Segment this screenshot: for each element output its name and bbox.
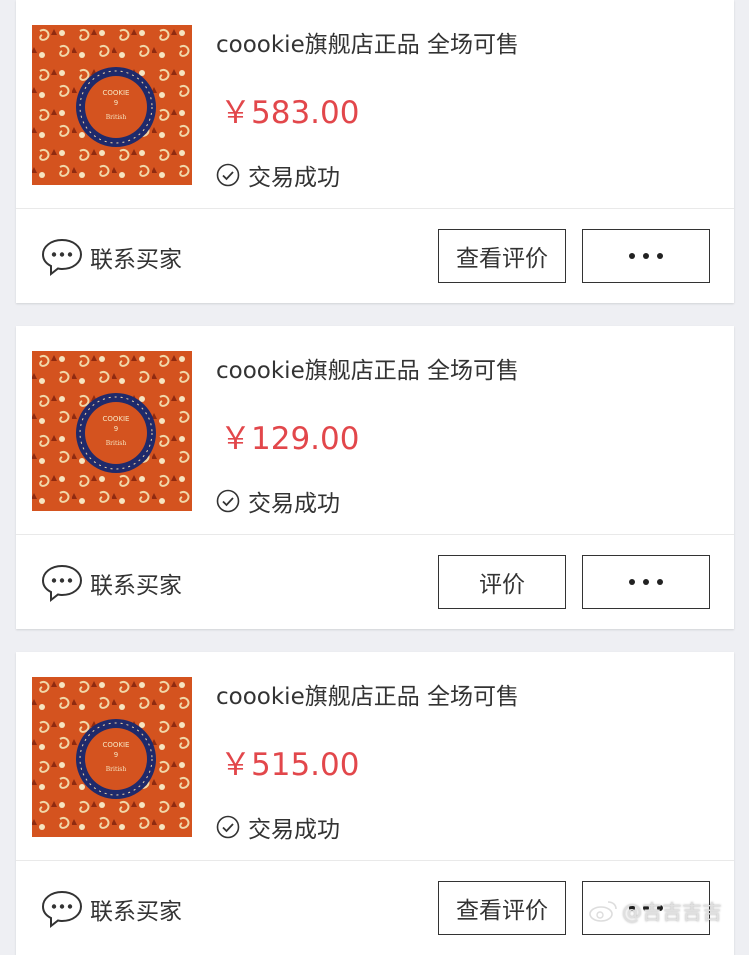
product-title[interactable]: coookie旗舰店正品 全场可售 bbox=[216, 677, 519, 711]
order-status-label: 交易成功 bbox=[248, 817, 340, 843]
svg-text:9: 9 bbox=[114, 425, 118, 433]
check-circle-icon bbox=[216, 815, 240, 839]
order-status: 交易成功 bbox=[216, 810, 340, 844]
svg-text:9: 9 bbox=[114, 751, 118, 759]
order-summary[interactable]: COOKIE 9 British coookie旗舰店正品 全场可售 ￥515.… bbox=[16, 652, 734, 860]
product-image[interactable]: COOKIE 9 British bbox=[32, 677, 192, 837]
view-review-button[interactable]: 查看评价 bbox=[438, 881, 566, 935]
contact-buyer-label: 联系买家 bbox=[90, 899, 182, 925]
order-summary[interactable]: COOKIE 9 British coookie旗舰店正品 全场可售 ￥129.… bbox=[16, 326, 734, 534]
chat-bubble-icon bbox=[40, 889, 84, 929]
svg-text:9: 9 bbox=[114, 99, 118, 107]
chat-bubble-icon bbox=[40, 563, 84, 603]
contact-buyer-link[interactable]: 联系买家 bbox=[40, 563, 182, 603]
order-status: 交易成功 bbox=[216, 158, 340, 192]
watermark: @吉吉吉吉 bbox=[588, 896, 722, 925]
check-circle-icon bbox=[216, 163, 240, 187]
order-actions: 联系买家 查看评价 bbox=[16, 209, 734, 303]
order-status-label: 交易成功 bbox=[248, 165, 340, 191]
view-review-button[interactable]: 查看评价 bbox=[438, 229, 566, 283]
order-price: ￥583.00 bbox=[220, 95, 360, 131]
order-summary[interactable]: COOKIE 9 British coookie旗舰店正品 全场可售 ￥583.… bbox=[16, 0, 734, 208]
contact-buyer-link[interactable]: 联系买家 bbox=[40, 889, 182, 929]
order-card: COOKIE 9 British coookie旗舰店正品 全场可售 ￥583.… bbox=[16, 0, 734, 303]
order-status: 交易成功 bbox=[216, 484, 340, 518]
svg-text:COOKIE: COOKIE bbox=[103, 89, 130, 97]
more-button[interactable] bbox=[582, 229, 710, 283]
order-actions: 联系买家 评价 bbox=[16, 535, 734, 629]
contact-buyer-label: 联系买家 bbox=[90, 573, 182, 599]
check-circle-icon bbox=[216, 489, 240, 513]
product-image[interactable]: COOKIE 9 British bbox=[32, 25, 192, 185]
review-button[interactable]: 评价 bbox=[438, 555, 566, 609]
contact-buyer-link[interactable]: 联系买家 bbox=[40, 237, 182, 277]
svg-text:British: British bbox=[106, 114, 127, 121]
svg-text:COOKIE: COOKIE bbox=[103, 741, 130, 749]
svg-text:British: British bbox=[106, 766, 127, 773]
more-dots-icon bbox=[629, 579, 663, 585]
order-price: ￥515.00 bbox=[220, 747, 360, 783]
svg-text:COOKIE: COOKIE bbox=[103, 415, 130, 423]
svg-text:British: British bbox=[106, 440, 127, 447]
watermark-text: @吉吉吉吉 bbox=[622, 900, 722, 924]
product-title[interactable]: coookie旗舰店正品 全场可售 bbox=[216, 351, 519, 385]
product-image[interactable]: COOKIE 9 British bbox=[32, 351, 192, 511]
more-button[interactable] bbox=[582, 555, 710, 609]
contact-buyer-label: 联系买家 bbox=[90, 247, 182, 273]
weibo-icon bbox=[588, 899, 618, 923]
chat-bubble-icon bbox=[40, 237, 84, 277]
product-title[interactable]: coookie旗舰店正品 全场可售 bbox=[216, 25, 519, 59]
order-card: COOKIE 9 British coookie旗舰店正品 全场可售 ￥129.… bbox=[16, 326, 734, 629]
order-price: ￥129.00 bbox=[220, 421, 360, 457]
more-dots-icon bbox=[629, 253, 663, 259]
order-status-label: 交易成功 bbox=[248, 491, 340, 517]
